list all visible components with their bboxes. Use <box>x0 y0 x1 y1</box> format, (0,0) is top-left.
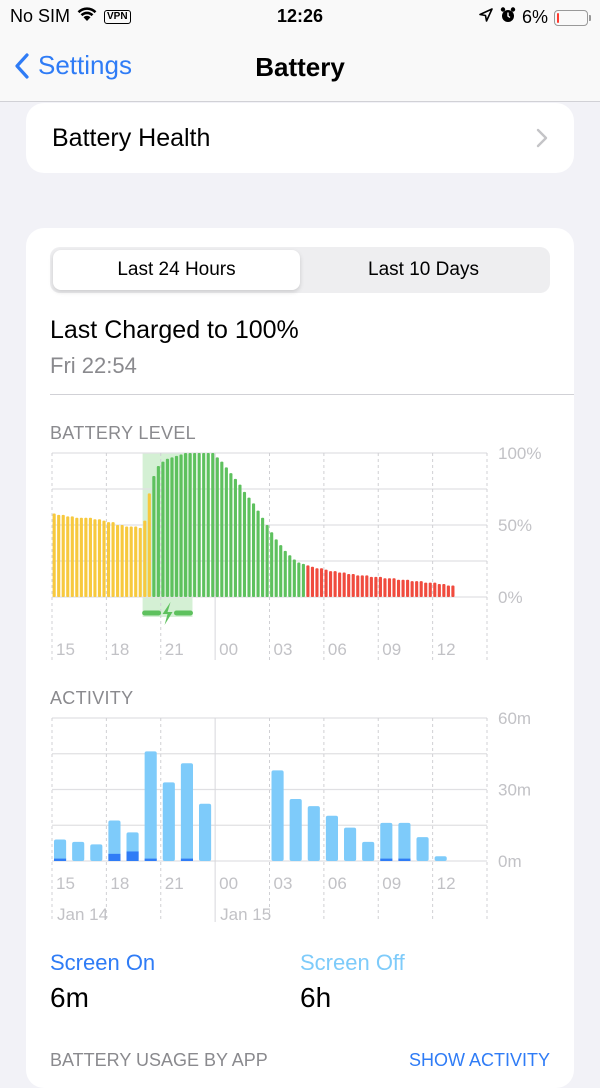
status-right: 6% <box>478 6 591 29</box>
time-range-segmented-control: Last 24 Hours Last 10 Days <box>50 247 550 293</box>
battery-health-row[interactable]: Battery Health <box>26 103 574 173</box>
screen-off-stat: Screen Off 6h <box>300 950 405 1014</box>
activity-label: ACTIVITY <box>50 688 134 708</box>
screen-on-value: 6m <box>50 982 89 1013</box>
screen-off-label: Screen Off <box>300 950 405 975</box>
last-charged-time: Fri 22:54 <box>50 353 137 378</box>
tab-last-24-hours[interactable]: Last 24 Hours <box>53 250 300 290</box>
usage-header-row: BATTERY USAGE BY APP SHOW ACTIVITY <box>50 1050 550 1071</box>
battery-health-label: Battery Health <box>52 123 211 152</box>
navigation-bar: Settings Battery <box>0 36 600 102</box>
screen-on-stat: Screen On 6m <box>50 950 155 1014</box>
screen-on-label: Screen On <box>50 950 156 975</box>
battery-usage-card: Last 24 Hours Last 10 Days Last Charged … <box>26 228 574 1088</box>
location-icon <box>478 7 494 28</box>
back-button[interactable]: Settings <box>14 50 132 81</box>
battery-percent: 6% <box>521 7 548 27</box>
battery-level-label: BATTERY LEVEL <box>50 423 196 443</box>
divider <box>50 394 574 395</box>
chevron-right-icon <box>536 128 548 148</box>
tab-last-10-days[interactable]: Last 10 Days <box>300 250 547 290</box>
battery-fill <box>557 12 559 23</box>
back-label: Settings <box>38 50 132 80</box>
battery-usage-by-app-label: BATTERY USAGE BY APP <box>50 1050 268 1070</box>
chevron-left-icon <box>15 52 29 79</box>
status-bar: No SIM VPN 12:26 6% <box>0 0 600 36</box>
battery-icon <box>554 9 591 26</box>
alarm-icon <box>500 6 516 29</box>
last-charged-title: Last Charged to 100% <box>50 316 299 344</box>
screen-off-value: 6h <box>300 982 332 1013</box>
show-activity-button[interactable]: SHOW ACTIVITY <box>409 1050 550 1071</box>
